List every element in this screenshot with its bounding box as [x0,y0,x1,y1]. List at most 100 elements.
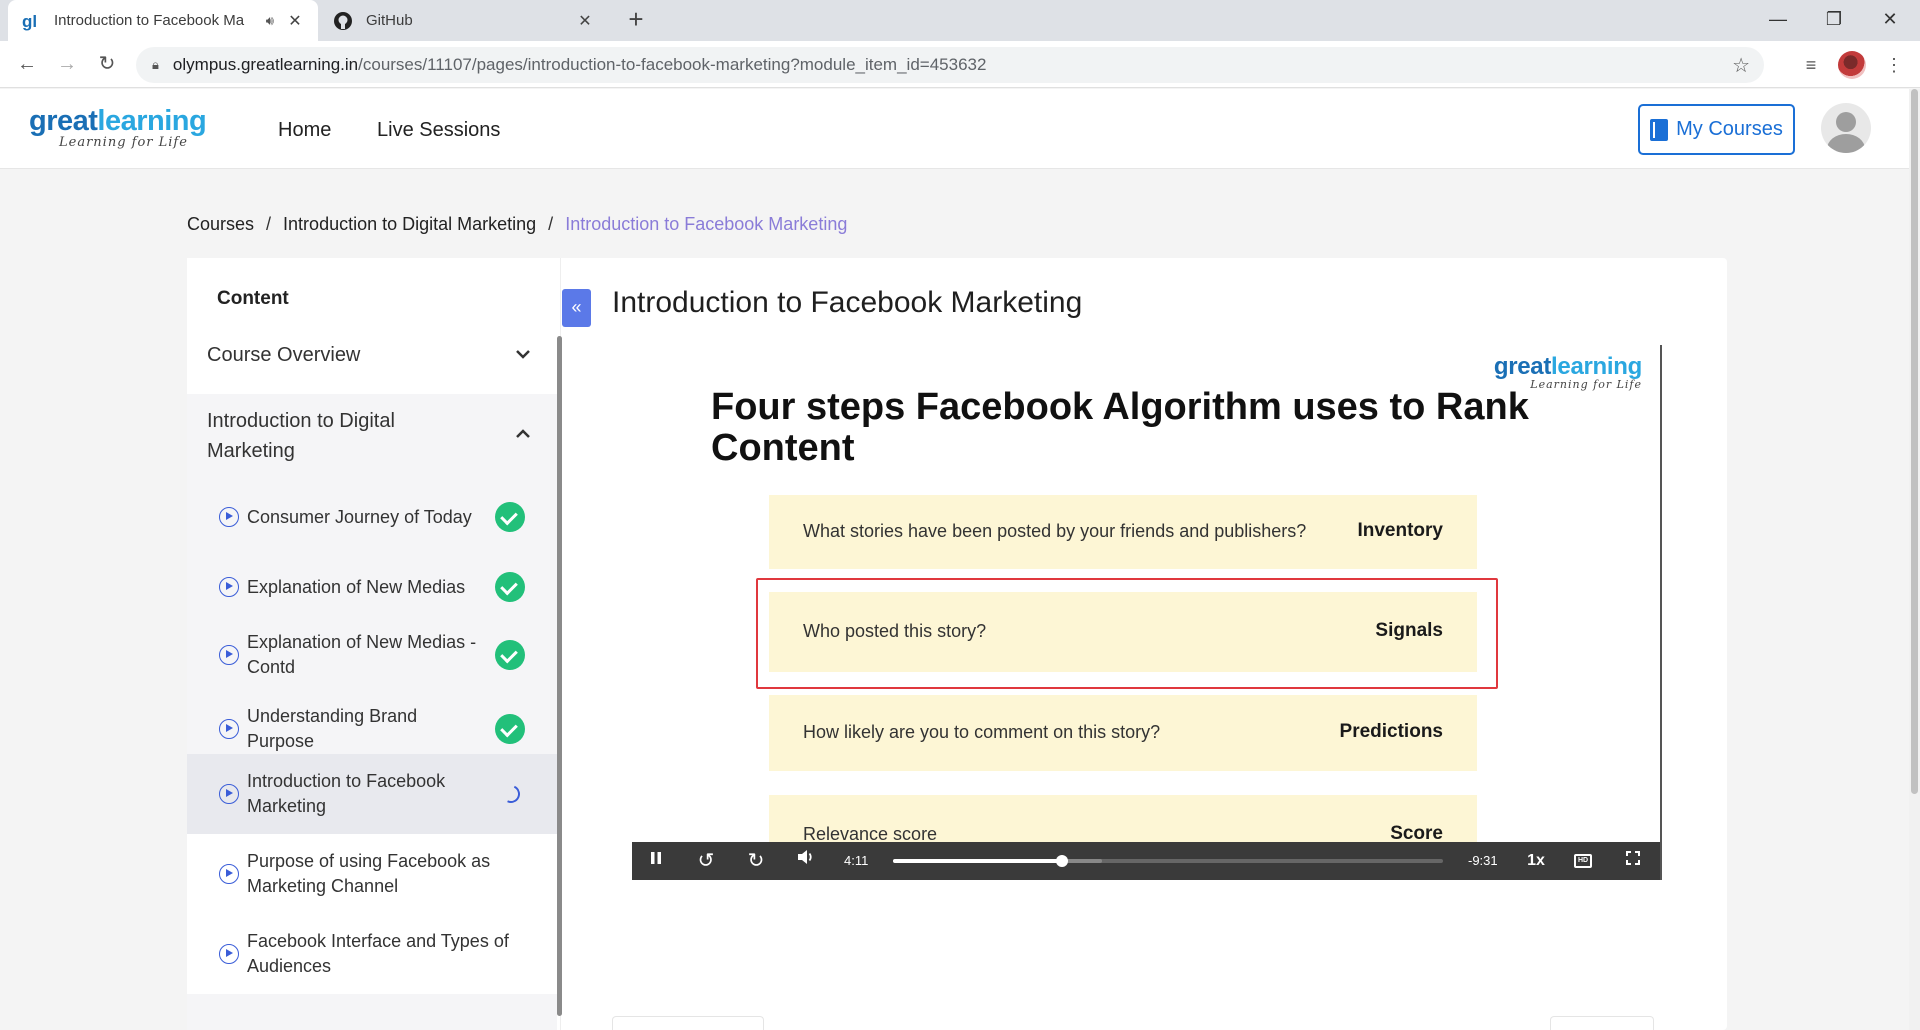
section-course-overview[interactable]: Course Overview [187,326,557,386]
close-tab-icon[interactable]: ✕ [284,11,306,31]
hd-quality-icon[interactable]: HD [1574,854,1592,868]
lesson-label: Understanding Brand Purpose [247,706,418,751]
back-icon[interactable]: ← [12,49,42,79]
forward-icon[interactable]: → [52,49,82,79]
my-courses-label: My Courses [1676,118,1783,140]
page-scrollbar-thumb[interactable] [1911,89,1918,794]
logo-text-learning: learning [97,105,207,137]
next-lesson-button[interactable] [1550,1016,1654,1030]
user-avatar-body [1827,134,1865,153]
sidebar-scrollbar[interactable] [557,336,562,1016]
page-scrollbar[interactable] [1909,89,1920,1030]
lesson-item[interactable]: Explanation of New Medias - Contd [187,616,557,694]
lesson-label: Facebook Interface and Types of Audience… [247,931,509,976]
breadcrumb-separator: / [548,214,554,234]
playback-speed-button[interactable]: 1x [1518,842,1554,880]
slide-row-key: Inventory [1357,520,1443,541]
play-circle-icon [219,784,239,804]
play-circle-icon [219,944,239,964]
greatlearning-favicon-icon: gl [20,10,42,32]
breadcrumb-separator: / [266,214,272,234]
play-circle-icon [219,719,239,739]
user-avatar-head [1836,112,1856,132]
prev-lesson-button[interactable] [612,1016,764,1030]
pause-icon[interactable] [638,842,674,880]
close-tab-icon[interactable]: ✕ [574,11,596,31]
video-controls: ↺ ↻ 4:11 -9:31 1x HD [632,842,1660,880]
forward-icon[interactable]: ↻ [738,842,774,880]
slide-row-predictions: How likely are you to comment on this st… [769,695,1477,771]
book-icon [1650,118,1669,141]
check-complete-icon [495,572,525,602]
slide-row-key: Predictions [1339,721,1443,742]
nav-live-sessions[interactable]: Live Sessions [377,119,500,142]
seek-bar-handle[interactable] [1055,855,1068,867]
lesson-item[interactable]: Explanation of New Medias [187,548,557,626]
my-courses-button[interactable]: My Courses [1638,104,1795,155]
site-header: greatlearning Learning for Life Home Liv… [0,89,1920,169]
lesson-label: Introduction to Facebook Marketing [247,771,446,816]
breadcrumb-current: Introduction to Facebook Marketing [565,214,848,234]
check-complete-icon [495,502,525,532]
browser-menu-icon[interactable]: ⋮ [1880,51,1908,79]
svg-text:gl: gl [22,12,37,31]
volume-icon[interactable] [788,842,824,880]
bookmark-star-icon[interactable]: ☆ [1732,53,1750,78]
lesson-title: Introduction to Facebook Marketing [612,286,1083,319]
browser-profile-avatar[interactable] [1838,51,1866,79]
content-sidebar: Content Course Overview Introduction to … [187,258,561,1030]
lock-icon[interactable]: 🔒︎ [152,57,159,73]
fullscreen-icon[interactable] [1615,842,1651,880]
check-complete-icon [495,714,525,744]
user-avatar[interactable] [1821,103,1871,153]
slide-logo-learning: learning [1551,353,1642,380]
lesson-item-active[interactable]: Introduction to Facebook Marketing [187,754,557,834]
close-window-icon[interactable]: ✕ [1862,0,1918,41]
seek-bar[interactable] [893,855,1443,867]
section-label: Introduction to Digital Marketing [207,410,395,462]
video-player[interactable]: greatlearning Learning for Life Four ste… [632,345,1662,880]
address-bar[interactable]: 🔒︎ olympus.greatlearning.in/courses/1110… [136,47,1764,83]
sidebar-heading: Content [217,288,289,309]
logo-text-great: great [29,105,98,137]
lesson-item[interactable]: Facebook Interface and Types of Audience… [187,914,557,994]
lesson-card: Content Course Overview Introduction to … [187,258,1727,1030]
greatlearning-logo[interactable]: greatlearning Learning for Life [29,105,207,151]
browser-tab-github[interactable]: GitHub ✕ [318,0,610,41]
breadcrumb: Courses / Introduction to Digital Market… [187,214,847,235]
seek-bar-buffered [1061,859,1102,863]
restore-icon[interactable]: ❐ [1806,0,1862,41]
time-remaining: -9:31 [1468,853,1498,868]
play-circle-icon [219,507,239,527]
rewind-icon[interactable]: ↺ [688,842,724,880]
play-circle-icon [219,645,239,665]
check-complete-icon [495,640,525,670]
speaker-icon[interactable]: 🔊︎ [266,13,274,29]
section-label: Course Overview [207,344,361,366]
browser-toolbar: ← → ↻ 🔒︎ olympus.greatlearning.in/course… [0,41,1920,88]
browser-tab-active[interactable]: gl Introduction to Facebook Ma 🔊︎ ✕ [8,0,318,41]
time-elapsed: 4:11 [844,853,869,868]
breadcrumb-courses[interactable]: Courses [187,214,254,235]
chevron-down-icon[interactable] [515,344,531,365]
lesson-list: Consumer Journey of Today Explanation of… [187,478,557,1030]
collapse-sidebar-button[interactable]: « [562,289,591,327]
breadcrumb-digital-marketing[interactable]: Introduction to Digital Marketing [283,214,536,235]
minimize-icon[interactable]: — [1750,0,1806,41]
lesson-item[interactable]: Purpose of using Facebook as Marketing C… [187,834,557,914]
slide-title: Four steps Facebook Algorithm uses to Ra… [711,386,1529,469]
section-intro-digital-marketing[interactable]: Introduction to Digital Marketing [187,394,557,478]
media-control-icon[interactable]: ≡ [1797,51,1825,79]
lesson-label: Explanation of New Medias - Contd [247,632,477,677]
slide-row-inventory: What stories have been posted by your fr… [769,495,1477,569]
play-circle-icon [219,864,239,884]
lesson-item[interactable]: Consumer Journey of Today [187,478,557,556]
chevron-up-icon[interactable] [515,424,531,445]
slide-row-question: What stories have been posted by your fr… [803,521,1307,541]
reload-icon[interactable]: ↻ [92,49,122,79]
slide-highlight-box [756,578,1498,689]
seek-bar-played [893,859,1062,863]
tab-title: GitHub [366,12,413,29]
new-tab-icon[interactable]: + [622,6,650,34]
nav-home[interactable]: Home [278,119,331,142]
